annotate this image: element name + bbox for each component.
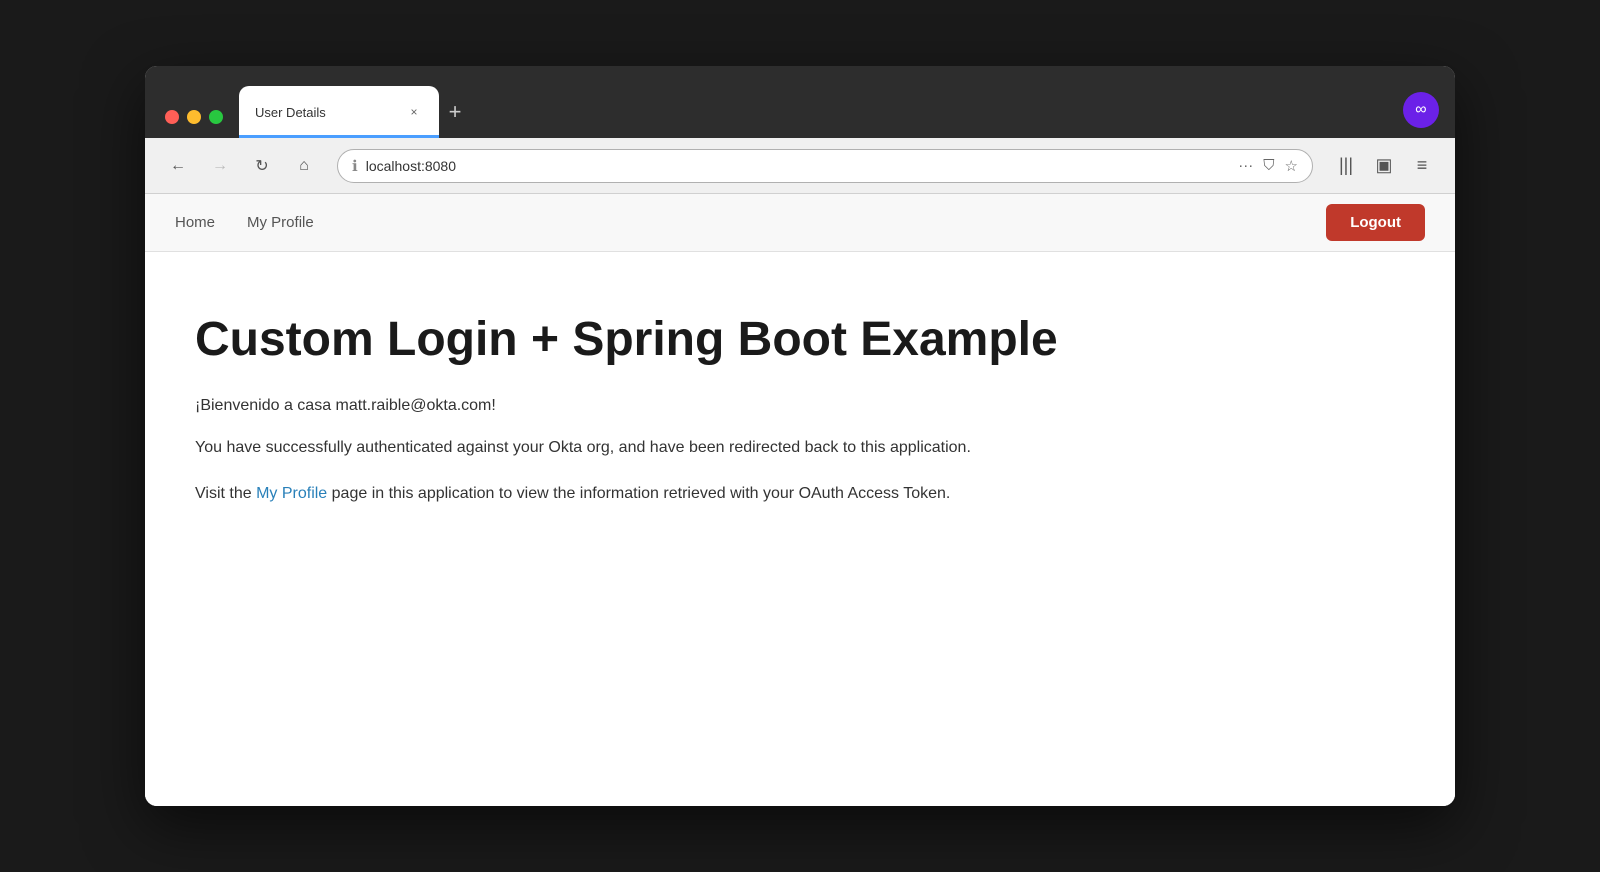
close-button[interactable]: [165, 110, 179, 124]
more-icon[interactable]: ···: [1238, 157, 1253, 175]
star-icon[interactable]: ☆: [1285, 157, 1298, 175]
info-icon: ℹ: [352, 157, 358, 175]
profile-invitation: Visit the My Profile page in this applic…: [195, 481, 1405, 507]
refresh-button[interactable]: ↻: [245, 149, 279, 183]
nav-right-icons: ||| ▣ ≡: [1329, 149, 1439, 183]
app-navbar: Home My Profile Logout: [145, 194, 1455, 252]
sidebar-icon[interactable]: ▣: [1367, 149, 1401, 183]
profile-text-before: Visit the: [195, 485, 256, 502]
tab-close-button[interactable]: ×: [405, 103, 423, 121]
nav-my-profile-link[interactable]: My Profile: [247, 214, 314, 231]
minimize-button[interactable]: [187, 110, 201, 124]
forward-button[interactable]: →: [203, 149, 237, 183]
browser-window: User Details × + ∞ ← → ↻ ⌂ ℹ localhost:8…: [145, 66, 1455, 806]
menu-icon[interactable]: ≡: [1405, 149, 1439, 183]
app-main: Custom Login + Spring Boot Example ¡Bien…: [145, 252, 1455, 806]
back-icon: ←: [170, 157, 186, 175]
address-text[interactable]: localhost:8080: [366, 158, 1231, 174]
home-button[interactable]: ⌂: [287, 149, 321, 183]
address-bar[interactable]: ℹ localhost:8080 ··· ⛉ ☆: [337, 149, 1313, 183]
tab-title: User Details: [255, 105, 395, 120]
refresh-icon: ↻: [255, 156, 268, 176]
traffic-lights: [145, 110, 239, 138]
browser-avatar: ∞: [1403, 92, 1439, 128]
address-bar-icons: ··· ⛉ ☆: [1238, 157, 1298, 175]
app-nav-links: Home My Profile: [175, 214, 1326, 231]
library-icon[interactable]: |||: [1329, 149, 1363, 183]
nav-home-link[interactable]: Home: [175, 214, 215, 231]
shield-icon[interactable]: ⛉: [1263, 157, 1274, 175]
nav-bar: ← → ↻ ⌂ ℹ localhost:8080 ··· ⛉ ☆ ||| ▣ ≡: [145, 138, 1455, 194]
maximize-button[interactable]: [209, 110, 223, 124]
active-tab[interactable]: User Details ×: [239, 86, 439, 138]
back-button[interactable]: ←: [161, 149, 195, 183]
logout-button[interactable]: Logout: [1326, 204, 1425, 241]
title-bar: User Details × + ∞: [145, 66, 1455, 138]
home-icon: ⌂: [299, 157, 309, 175]
page-heading: Custom Login + Spring Boot Example: [195, 312, 1405, 367]
forward-icon: →: [212, 157, 228, 175]
my-profile-inline-link[interactable]: My Profile: [256, 485, 327, 502]
profile-text-after: page in this application to view the inf…: [327, 485, 950, 502]
tab-loading-bar: [239, 135, 439, 138]
new-tab-button[interactable]: +: [439, 96, 471, 128]
welcome-message: ¡Bienvenido a casa matt.raible@okta.com!: [195, 397, 1405, 415]
app-frame: Home My Profile Logout Custom Login + Sp…: [145, 194, 1455, 806]
success-description: You have successfully authenticated agai…: [195, 435, 1405, 461]
tabs-area: User Details × +: [239, 86, 1403, 138]
